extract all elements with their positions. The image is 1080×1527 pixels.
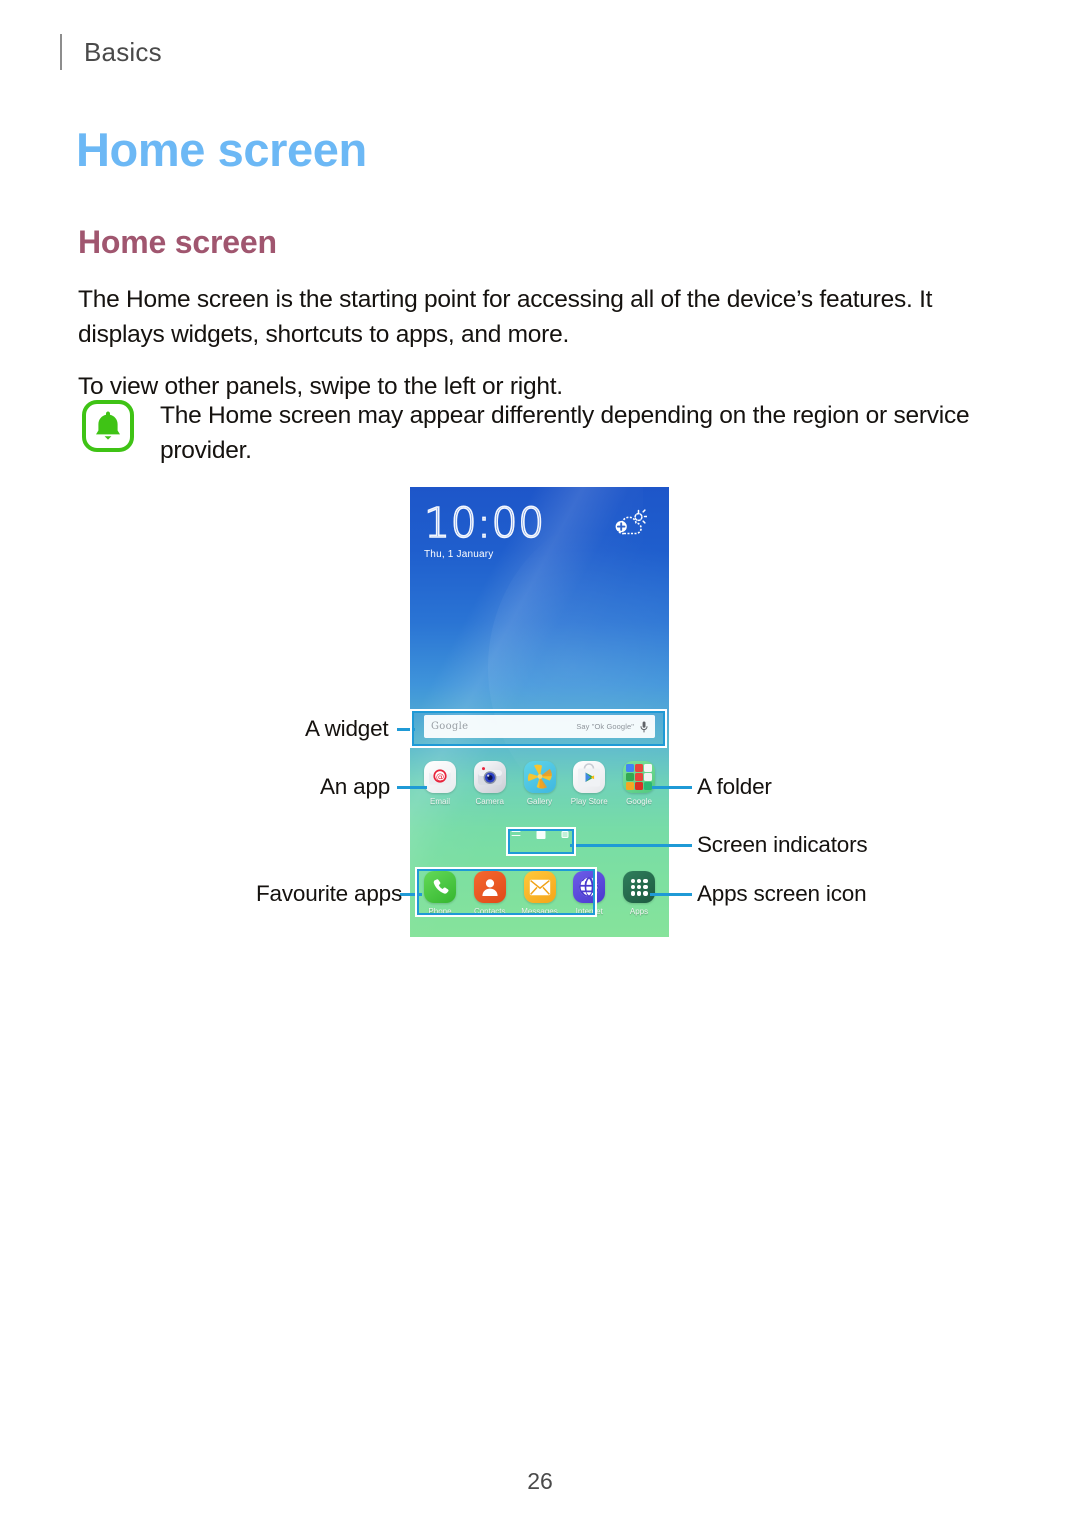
- app-shortcut-email[interactable]: @ Email: [418, 761, 462, 806]
- leader-line: [650, 893, 692, 896]
- app-label: Email: [429, 797, 450, 806]
- internet-icon: [573, 871, 606, 903]
- leader-line: [400, 893, 422, 896]
- app-label: Play Store: [570, 797, 608, 806]
- contacts-icon: [473, 871, 506, 903]
- callout-screen-indicators: Screen indicators: [697, 832, 868, 857]
- grid-dot: [630, 884, 635, 890]
- leader-line: [397, 728, 415, 731]
- grid-dot: [630, 891, 635, 896]
- camera-icon: [473, 761, 506, 793]
- grid-dot: [636, 884, 642, 890]
- svg-text:@: @: [436, 772, 444, 782]
- grid-dot: [636, 891, 642, 896]
- header-divider: [60, 34, 62, 70]
- app-label: Camera: [475, 797, 504, 806]
- apps-grid-icon: [623, 871, 655, 903]
- app-shortcut-play-store[interactable]: Play Store: [567, 761, 611, 806]
- dock-item-contacts[interactable]: Contacts: [468, 871, 512, 916]
- square-indicator-icon[interactable]: [561, 831, 568, 838]
- grid-dot: [630, 878, 635, 883]
- app-label: Gallery: [526, 797, 553, 806]
- microphone-icon[interactable]: [640, 721, 648, 733]
- home-screen-figure: 10:00 Thu, 1 January Google Say "Ok Goog…: [0, 487, 1080, 947]
- messages-icon: [523, 871, 556, 903]
- breadcrumb: Basics: [60, 32, 162, 72]
- mini-icon: [626, 764, 634, 772]
- note-text: The Home screen may appear differently d…: [160, 402, 970, 464]
- section-title: Home screen: [78, 224, 277, 260]
- leader-line: [397, 786, 427, 789]
- ok-google-hint: Say "Ok Google": [576, 722, 634, 731]
- mini-icon: [626, 773, 634, 781]
- mini-icon: [635, 764, 643, 772]
- app-shortcut-row: @ Email Camera Gallery Play Store Google: [418, 761, 661, 806]
- mini-icon: [644, 764, 652, 772]
- grid-dot: [643, 878, 648, 883]
- clock-widget[interactable]: 10:00 Thu, 1 January: [423, 499, 545, 560]
- app-shortcut-camera[interactable]: Camera: [468, 761, 512, 806]
- page-number: 26: [527, 1468, 553, 1494]
- callout-a-widget: A widget: [305, 716, 389, 741]
- dock-item-messages[interactable]: Messages: [518, 871, 562, 916]
- apps-grid-dots: [630, 878, 648, 896]
- dock-item-internet[interactable]: Internet: [567, 871, 611, 916]
- weather-add-icon[interactable]: [613, 509, 648, 542]
- phone-screenshot: 10:00 Thu, 1 January Google Say "Ok Goog…: [410, 487, 669, 937]
- app-label: Contacts: [473, 907, 506, 916]
- home-indicator-icon[interactable]: [536, 827, 545, 839]
- app-label: Messages: [521, 907, 558, 916]
- breadcrumb-label: Basics: [84, 36, 162, 67]
- paragraph: The Home screen is the starting point fo…: [78, 286, 933, 348]
- app-label: Phone: [428, 907, 452, 916]
- list-indicator-icon[interactable]: [511, 830, 520, 839]
- grid-dot: [636, 878, 642, 883]
- mini-icon: [644, 773, 652, 781]
- leader-line: [570, 844, 692, 847]
- bell-icon: [82, 400, 134, 452]
- play-store-icon: [573, 761, 606, 793]
- app-shortcut-gallery[interactable]: Gallery: [518, 761, 562, 806]
- app-folder-google[interactable]: Google: [617, 761, 661, 806]
- clock-date: Thu, 1 January: [424, 549, 494, 560]
- app-label: Apps: [629, 907, 649, 916]
- callout-apps-screen-icon: Apps screen icon: [697, 881, 867, 906]
- app-label: Internet: [575, 907, 603, 916]
- grid-dot: [643, 884, 648, 890]
- note-callout: The Home screen may appear differently d…: [82, 398, 972, 468]
- mini-icon: [635, 782, 643, 790]
- gallery-icon: [523, 761, 556, 793]
- page-title: Home screen: [76, 123, 367, 176]
- search-input-placeholder: Google: [431, 721, 469, 732]
- screen-indicators[interactable]: [511, 827, 568, 839]
- google-search-widget[interactable]: Google Say "Ok Google": [424, 715, 655, 738]
- bell-glyph: [96, 411, 120, 440]
- callout-a-folder: A folder: [697, 774, 772, 799]
- folder-mini-grid: [626, 764, 652, 790]
- mini-icon: [626, 782, 634, 790]
- mini-icon: [635, 773, 643, 781]
- grid-dot: [643, 891, 648, 896]
- clock-time: 10:00: [423, 499, 545, 547]
- callout-favourite-apps: Favourite apps: [256, 881, 403, 906]
- email-icon: @: [424, 761, 456, 793]
- leader-line: [652, 786, 692, 789]
- phone-icon: [424, 871, 456, 903]
- google-folder-icon: [623, 761, 655, 793]
- mini-icon: [644, 782, 652, 790]
- dock-row: Phone Contacts Messages Internet Apps: [418, 871, 661, 916]
- callout-an-app: An app: [320, 774, 391, 799]
- dock-item-phone[interactable]: Phone: [418, 871, 462, 916]
- app-label: Google: [626, 797, 652, 806]
